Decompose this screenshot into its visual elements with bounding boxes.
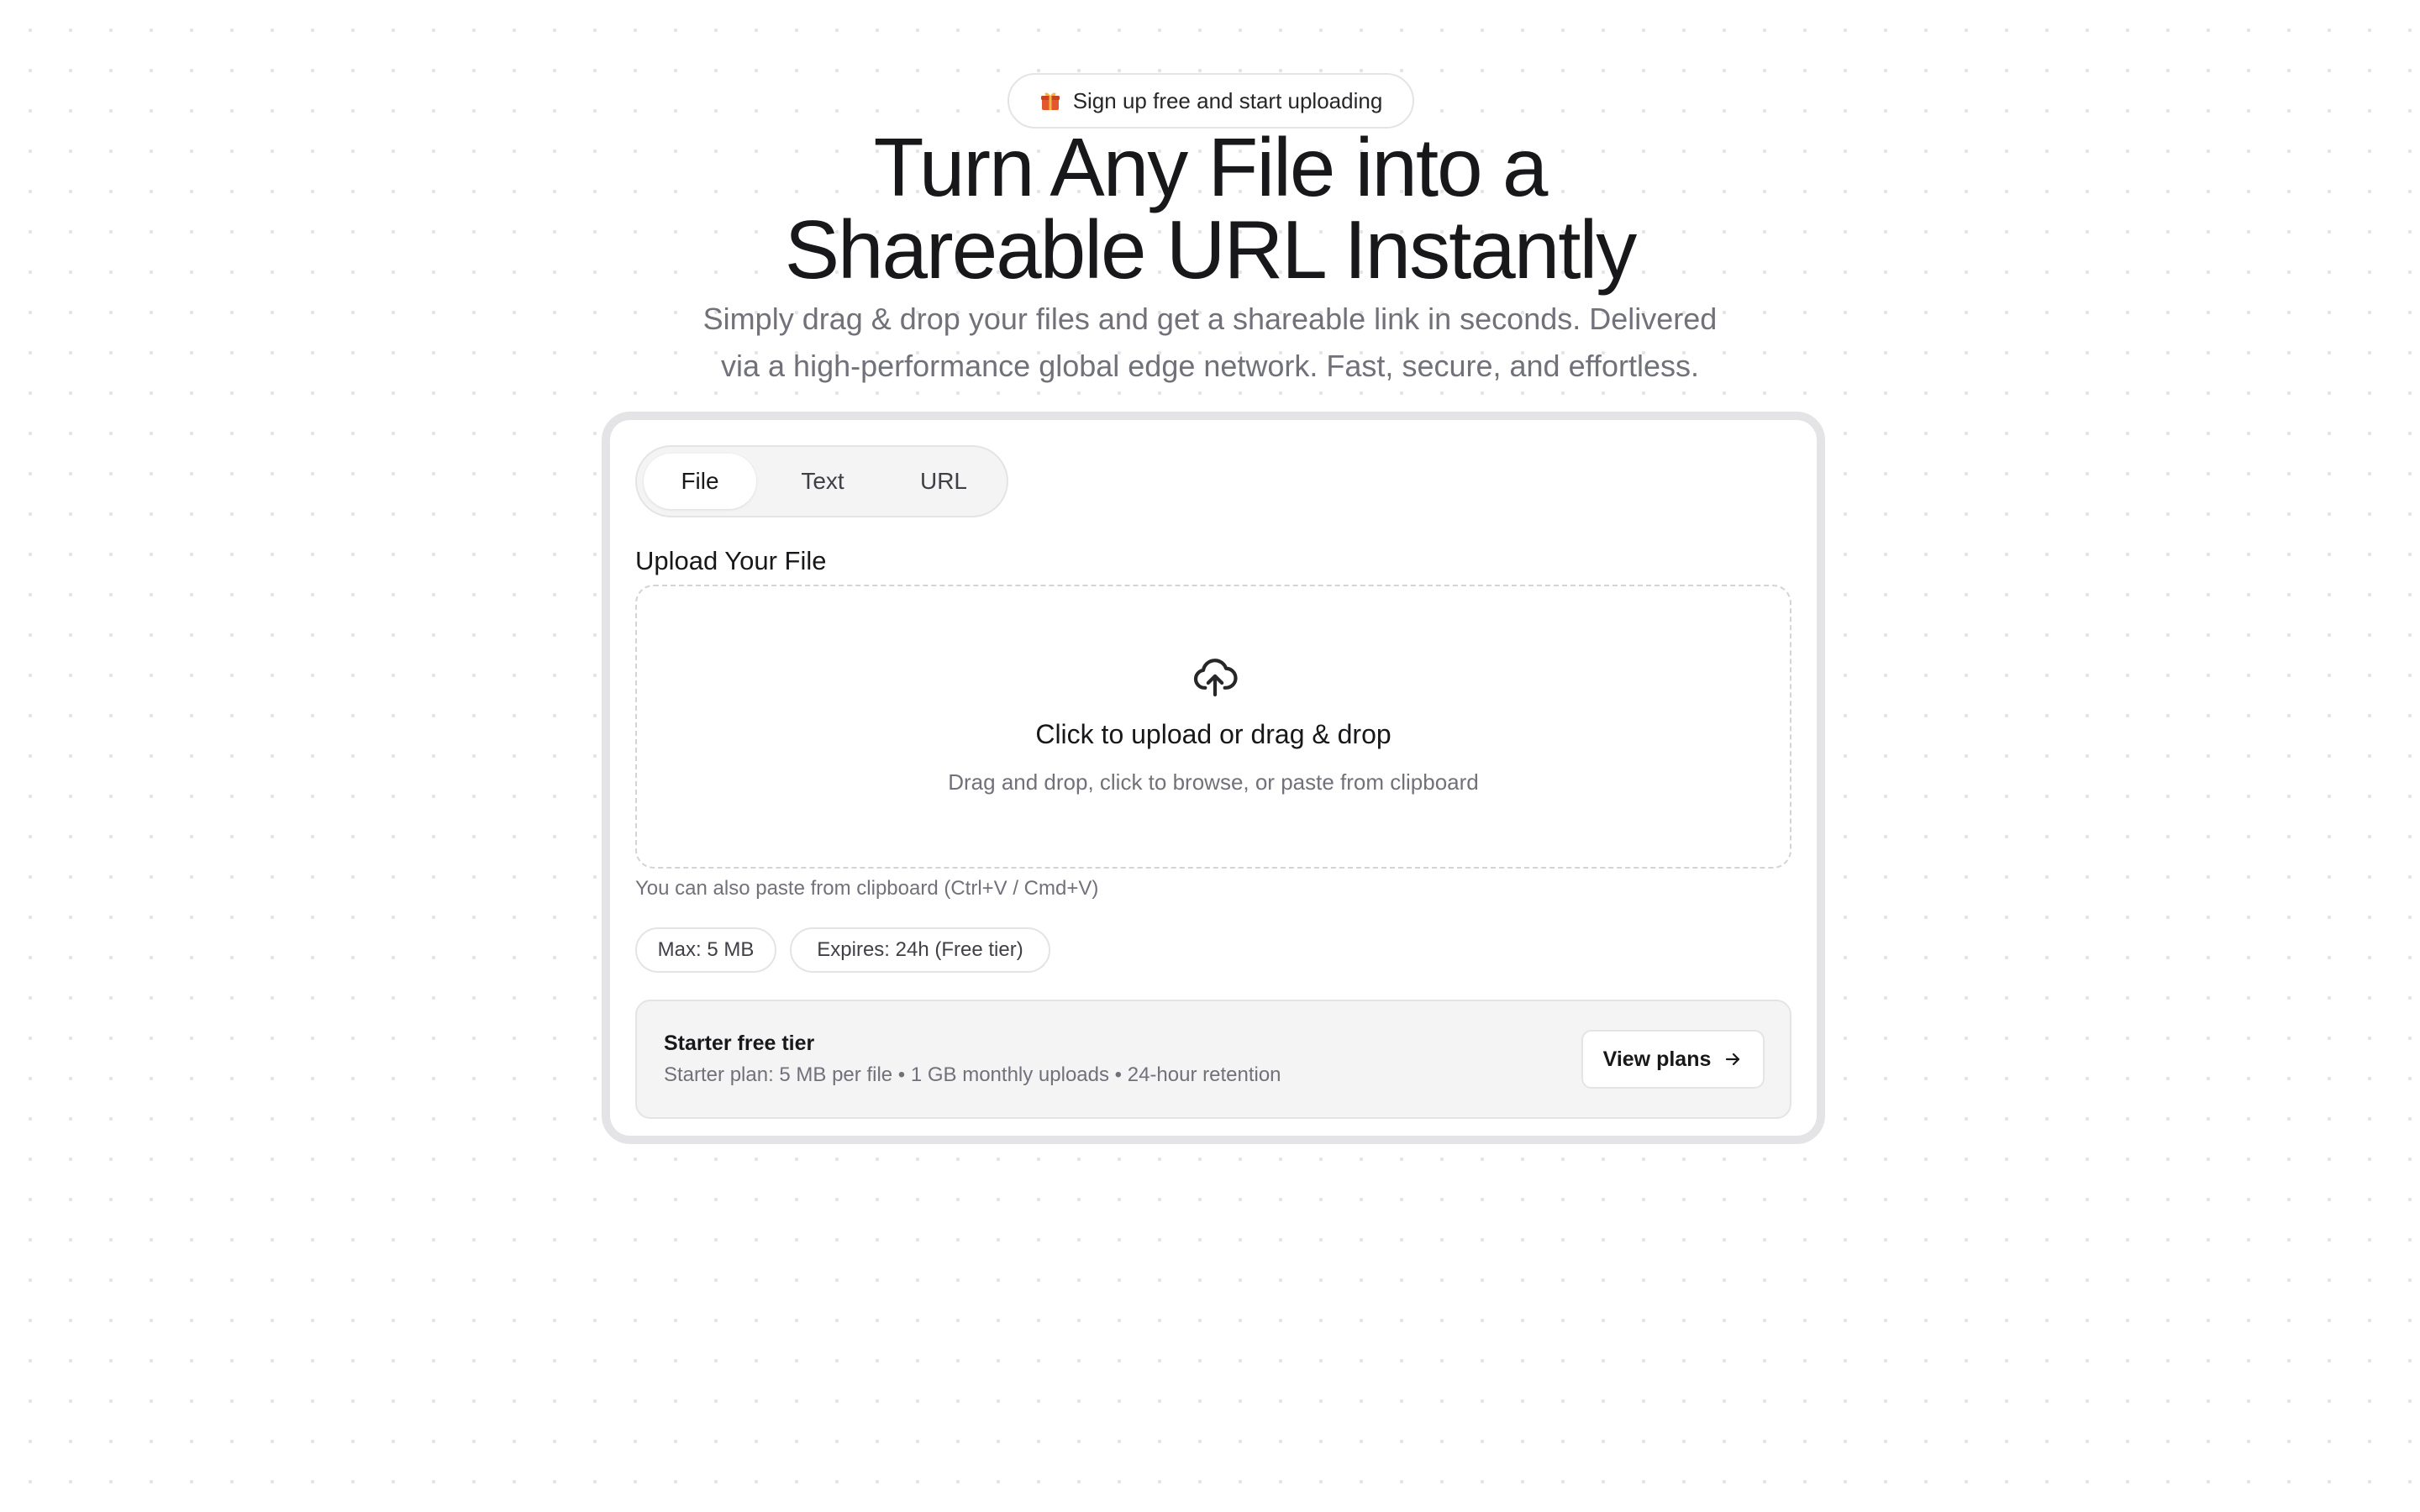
file-dropzone[interactable]: Click to upload or drag & drop Drag and … — [635, 585, 1791, 869]
arrow-right-icon — [1726, 1053, 1740, 1066]
tab-url[interactable]: URL — [886, 454, 1002, 509]
tab-text-label: Text — [801, 468, 844, 494]
page: Sign up free and start uploading Turn An… — [0, 0, 2420, 1512]
clipboard-hint: You can also paste from clipboard (Ctrl+… — [635, 877, 1099, 900]
page-title: Turn Any File into a Shareable URL Insta… — [538, 126, 1882, 291]
page-title-line-1: Turn Any File into a — [873, 121, 1549, 213]
expiry-badge: Expires: 24h (Free tier) — [790, 927, 1050, 973]
tier-description: Starter plan: 5 MB per file • 1 GB month… — [664, 1063, 1281, 1086]
max-size-badge: Max: 5 MB — [635, 927, 776, 973]
dropzone-subtitle: Drag and drop, click to browse, or paste… — [948, 769, 1479, 795]
tab-file-label: File — [681, 468, 719, 494]
view-plans-button[interactable]: View plans — [1581, 1030, 1765, 1089]
page-subtitle-line-1: Simply drag & drop your files and get a … — [702, 302, 1718, 336]
dropzone-title: Click to upload or drag & drop — [1035, 719, 1392, 749]
gift-icon — [1039, 90, 1061, 112]
page-subtitle-line-2: via a high-performance global edge netwo… — [721, 349, 1699, 383]
tab-url-label: URL — [919, 468, 967, 494]
page-subtitle: Simply drag & drop your files and get a … — [655, 296, 1765, 390]
tier-info-panel: Starter free tier Starter plan: 5 MB per… — [635, 1000, 1791, 1119]
upload-type-tabs: File Text URL — [635, 445, 1008, 517]
signup-promo-label: Sign up free and start uploading — [1072, 87, 1383, 113]
view-plans-label: View plans — [1602, 1047, 1712, 1071]
tier-title: Starter free tier — [664, 1032, 815, 1055]
upload-section-label: Upload Your File — [635, 546, 827, 575]
tab-text[interactable]: Text — [763, 454, 882, 509]
page-title-line-2: Shareable URL Instantly — [784, 203, 1638, 296]
tab-file[interactable]: File — [644, 454, 756, 509]
cloud-upload-icon — [1193, 659, 1238, 697]
upload-card: File Text URL Upload Your File Click to … — [602, 412, 1825, 1144]
max-size-badge-label: Max: 5 MB — [657, 938, 755, 961]
expiry-badge-label: Expires: 24h (Free tier) — [817, 938, 1023, 961]
